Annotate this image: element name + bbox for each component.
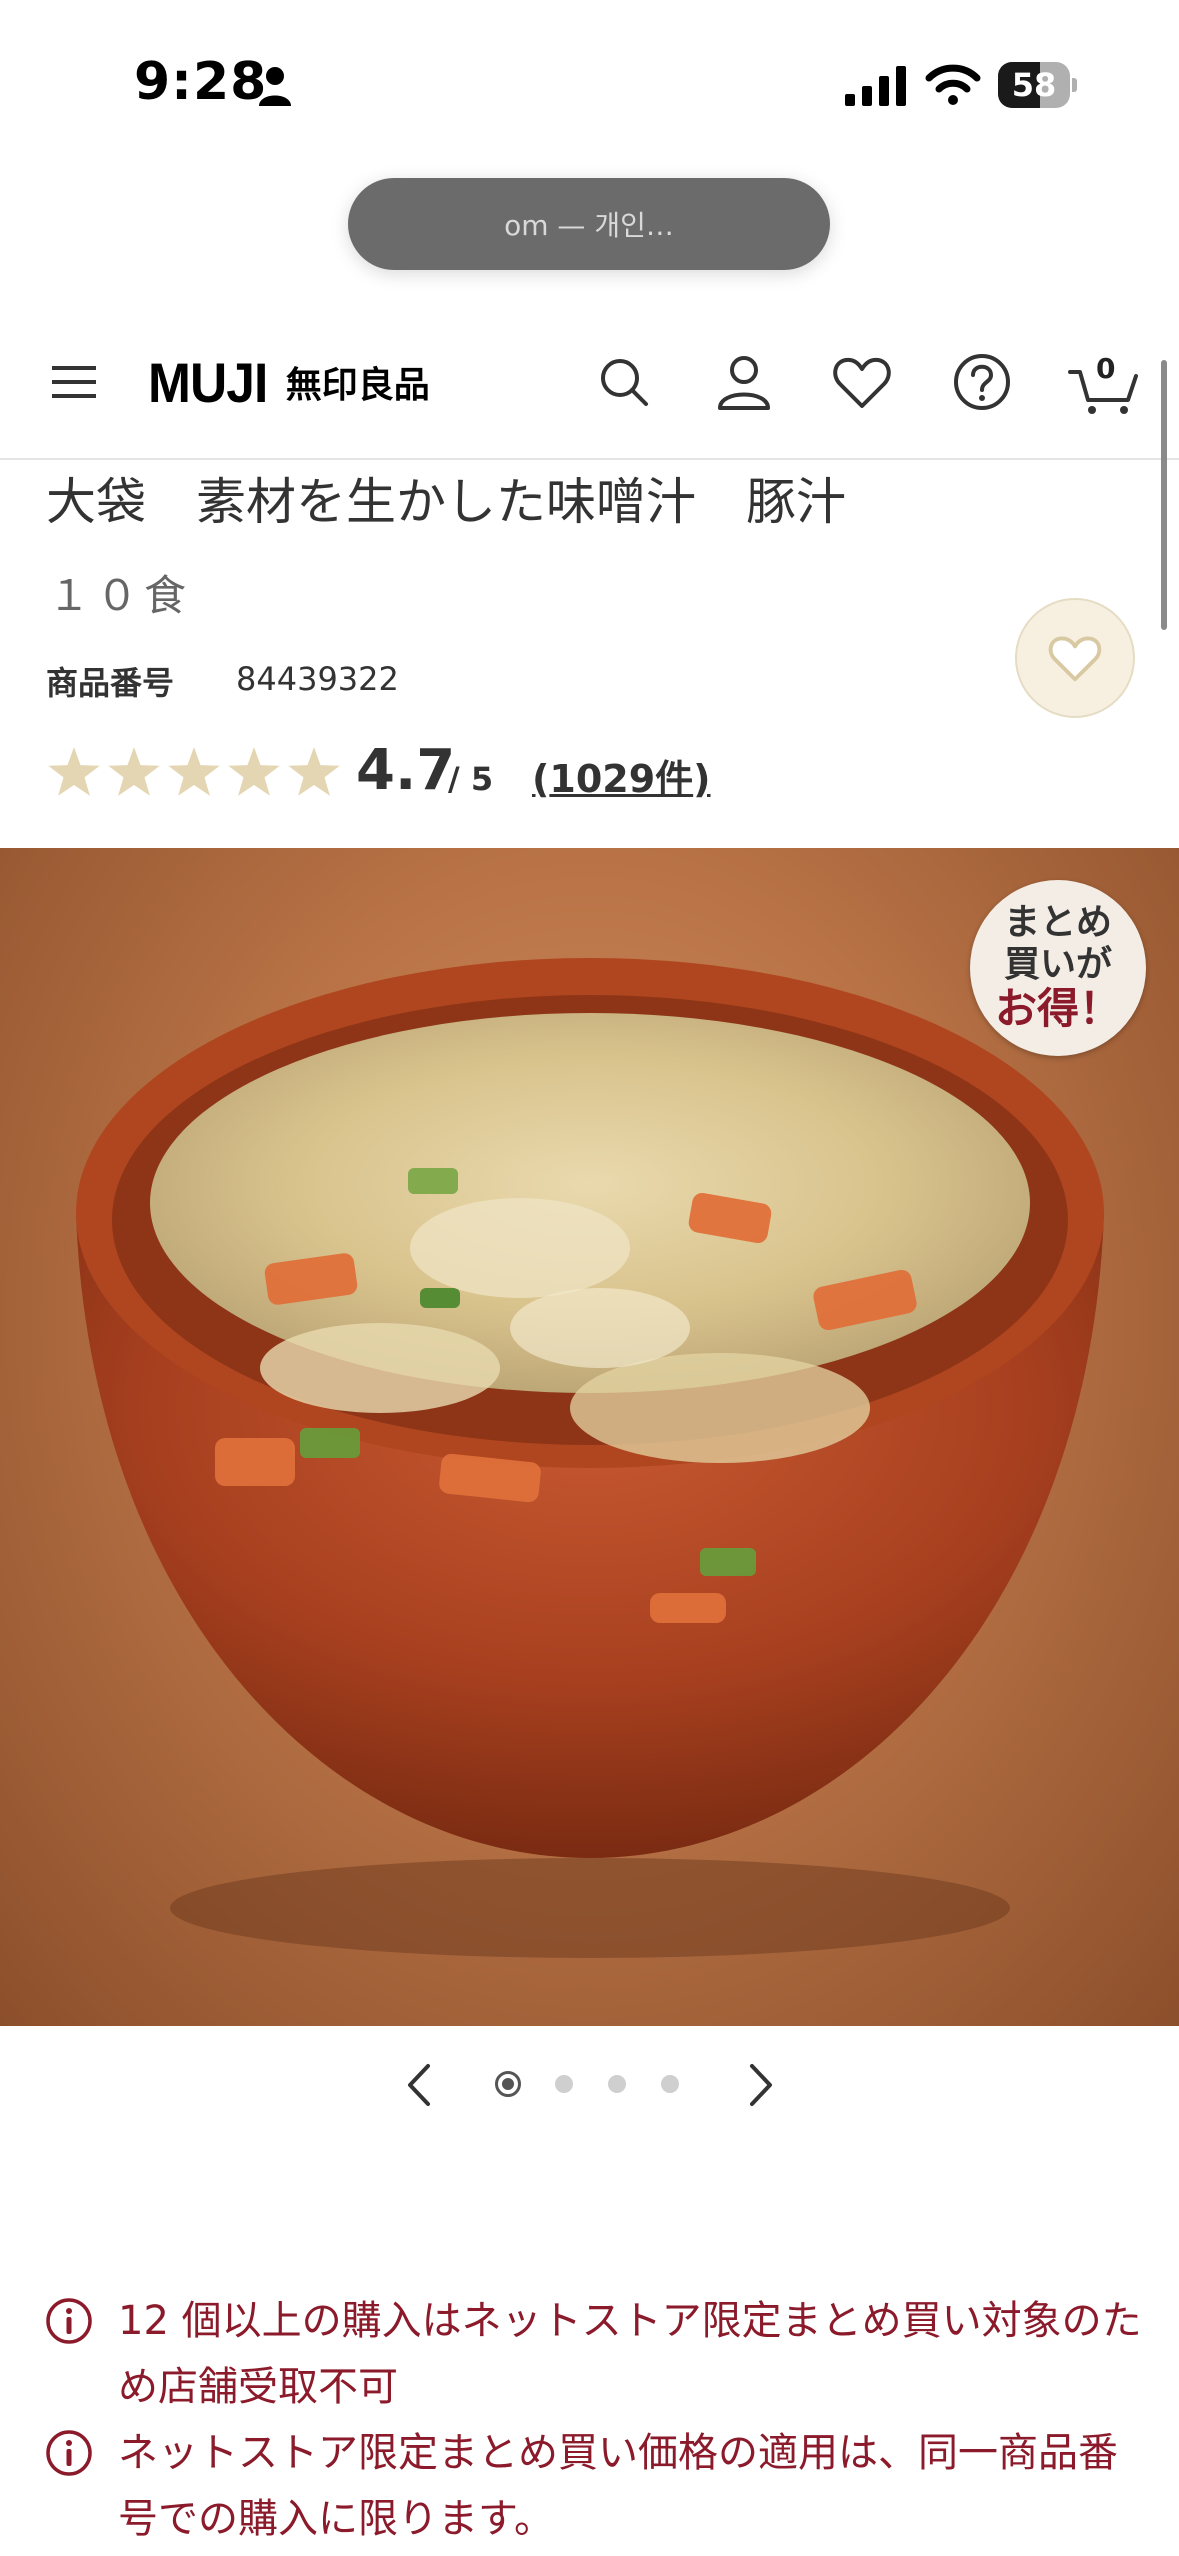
cart-count: 0 — [1096, 352, 1116, 385]
carousel-dot-3[interactable] — [608, 2075, 626, 2093]
logo-text: MUJI — [148, 350, 268, 414]
account-icon[interactable] — [712, 350, 776, 414]
favorite-button[interactable] — [1015, 598, 1135, 718]
star-icon — [108, 747, 160, 796]
notice-text-1: 12 個以上の購入はネットストア限定まとめ買い対象のため店舗受取不可 — [118, 2298, 1142, 2410]
chevron-left-icon[interactable] — [400, 2060, 440, 2110]
signal-icon — [845, 66, 906, 106]
star-icon — [288, 747, 340, 796]
status-time: 9:28 — [134, 52, 268, 112]
badge-line-3: お得！ — [994, 984, 1121, 1034]
product-subtitle: １０食 — [48, 571, 193, 620]
badge-line-1: まとめ — [1003, 902, 1112, 944]
url-bar[interactable]: om — 개인… — [348, 178, 830, 270]
star-icon — [168, 747, 220, 796]
badge-line-2: 買いが — [1003, 943, 1112, 985]
notice-text-2: ネットストア限定まとめ買い価格の適用は、同一商品番号での購入に限ります。 — [118, 2430, 1118, 2542]
search-icon[interactable] — [592, 350, 656, 414]
review-count: 1029件 — [549, 757, 694, 801]
product-number: 84439322 — [236, 660, 399, 698]
carousel-dot-4[interactable] — [661, 2075, 679, 2093]
info-icon — [46, 2430, 92, 2476]
rating-max: / 5 — [448, 760, 494, 798]
info-icon — [46, 2298, 92, 2344]
bulk-deal-badge: まとめ 買いが お得！ — [970, 880, 1146, 1056]
rating-stars — [48, 747, 340, 796]
battery-percent: 58 — [1011, 66, 1057, 104]
header-divider — [0, 458, 1179, 460]
menu-icon[interactable] — [52, 362, 96, 402]
wifi-icon — [925, 64, 981, 105]
cart-button[interactable]: 0 — [1068, 348, 1140, 416]
chevron-right-icon[interactable] — [740, 2060, 780, 2110]
star-icon — [48, 747, 100, 796]
scrollbar[interactable] — [1161, 360, 1167, 630]
product-title: 大袋 素材を生かした味噌汁 豚汁 — [46, 473, 846, 531]
heart-icon[interactable] — [830, 350, 894, 414]
heart-icon — [1048, 636, 1102, 682]
person-icon — [259, 67, 291, 106]
muji-logo[interactable]: MUJI 無印良品 — [148, 350, 430, 414]
battery-indicator: 58 — [998, 62, 1078, 108]
help-icon[interactable] — [950, 350, 1014, 414]
carousel-dot-1[interactable] — [495, 2071, 521, 2097]
product-number-label: 商品番号 — [46, 664, 175, 702]
review-count-link[interactable]: (1029件) — [532, 748, 711, 803]
carousel-dot-2[interactable] — [555, 2075, 573, 2093]
rating-value: 4.7 — [356, 738, 456, 803]
logo-jp-text: 無印良品 — [285, 365, 430, 406]
star-icon — [228, 747, 280, 796]
